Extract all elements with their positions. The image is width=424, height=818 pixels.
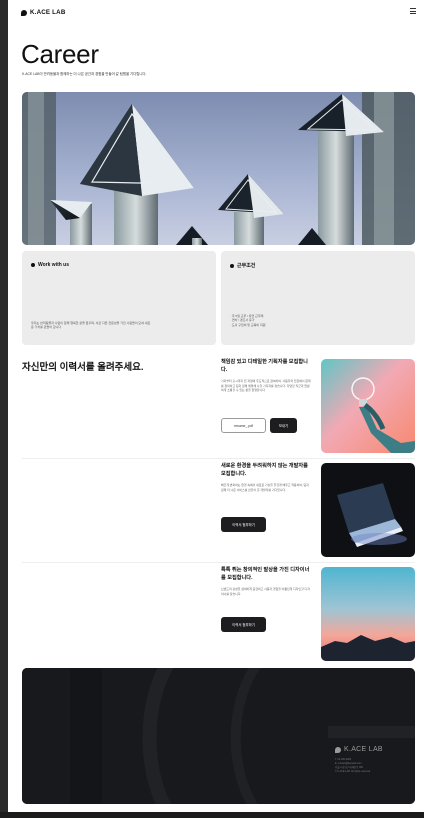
lightbulb-icon	[321, 359, 415, 453]
logo-mark-icon	[21, 9, 27, 16]
top-bar: K.ACE LAB	[8, 0, 424, 26]
card-heading: Work with us	[31, 262, 69, 268]
resume-section-title: 자신만의 이력서를 올려주세요.	[22, 362, 144, 373]
position-description: 브랜드의 감성을 섬세하게 표현하고 사용자 경험을 아름답게 디자인할 디자이…	[221, 587, 310, 596]
submit-button[interactable]: 보내기	[270, 418, 297, 433]
page-subtitle: K.ACE LAB이 반려동물과 함께하는 더 나은 공간과 경험을 만들어 갈…	[22, 72, 147, 76]
logo-mark-icon	[335, 746, 341, 753]
hero-pyramids-illustration	[22, 92, 415, 245]
position-planner: 책임감 있고 디테일한 기획자를 모집합니다. 기획부터 출시까지 전 과정에 …	[221, 359, 311, 393]
sunset-photo	[321, 567, 415, 661]
lightbulb-photo	[321, 359, 415, 453]
file-attach-button[interactable]: resume_.pdf	[221, 418, 266, 433]
position-description: 빠르게 변화하는 환경 속에서 새로운 기술을 즐겁게 배우고 적용하며, 팀과…	[221, 483, 309, 492]
position-heading: 책임감 있고 디테일한 기획자를 모집합니다.	[221, 359, 308, 373]
attach-resume-button[interactable]: 이력서 첨부하기	[221, 517, 266, 532]
work-with-us-card: Work with us 우리는 반려동물과 사람이 함께 행복한 삶을 꿈꾸며…	[22, 251, 216, 345]
footer-info: T. 02-000-0000 E. contact@kacelab.com 서울…	[335, 758, 371, 774]
laptop-icon	[321, 463, 415, 557]
work-conditions-card: 근무조건 · 주 5일 근무 / 유연 근무제 · 연차 / 경조사 휴가 · …	[221, 251, 415, 345]
card-body: 우리는 반려동물과 사람이 함께 행복한 삶을 꿈꾸며, 서로 다른 전문성을 …	[31, 321, 151, 330]
position-heading: 새로운 환경을 두려워하지 않는 개발자를 모집합니다.	[221, 463, 308, 477]
card-body: · 주 5일 근무 / 유연 근무제 · 연차 / 경조사 휴가 · 도서 구입…	[230, 314, 266, 327]
footer-logo[interactable]: K.ACE LAB	[335, 746, 383, 753]
hero-image	[22, 92, 415, 245]
position-description: 기획부터 출시까지 전 과정에 주도적으로 참여하며, 사용자의 입장에서 문제…	[221, 379, 311, 393]
position-developer: 새로운 환경을 두려워하지 않는 개발자를 모집합니다. 빠르게 변화하는 환경…	[221, 463, 311, 492]
logo-text: K.ACE LAB	[30, 9, 66, 16]
site-logo[interactable]: K.ACE LAB	[21, 9, 66, 16]
page-title: Career	[21, 39, 99, 69]
card-heading: 근무조건	[230, 262, 255, 269]
footer-backdrop	[22, 668, 415, 804]
section-divider	[22, 562, 415, 563]
position-heading: 톡톡 튀는 창의적인 발상을 가진 디자이너를 모집합니다.	[221, 567, 310, 581]
bullet-dot-icon	[230, 263, 234, 268]
sunset-icon	[321, 567, 415, 661]
career-page: K.ACE LAB Career K.ACE LAB이 반려동물과 함께하는 더…	[8, 0, 424, 818]
bullet-dot-icon	[31, 263, 35, 267]
attach-resume-button[interactable]: 이력서 첨부하기	[221, 617, 266, 632]
hamburger-icon[interactable]	[410, 8, 416, 15]
section-divider	[22, 458, 415, 459]
position-designer: 톡톡 튀는 창의적인 발상을 가진 디자이너를 모집합니다. 브랜드의 감성을 …	[221, 567, 311, 596]
laptop-photo	[321, 463, 415, 557]
window-bottom-edge	[0, 812, 424, 818]
footer	[22, 668, 415, 804]
